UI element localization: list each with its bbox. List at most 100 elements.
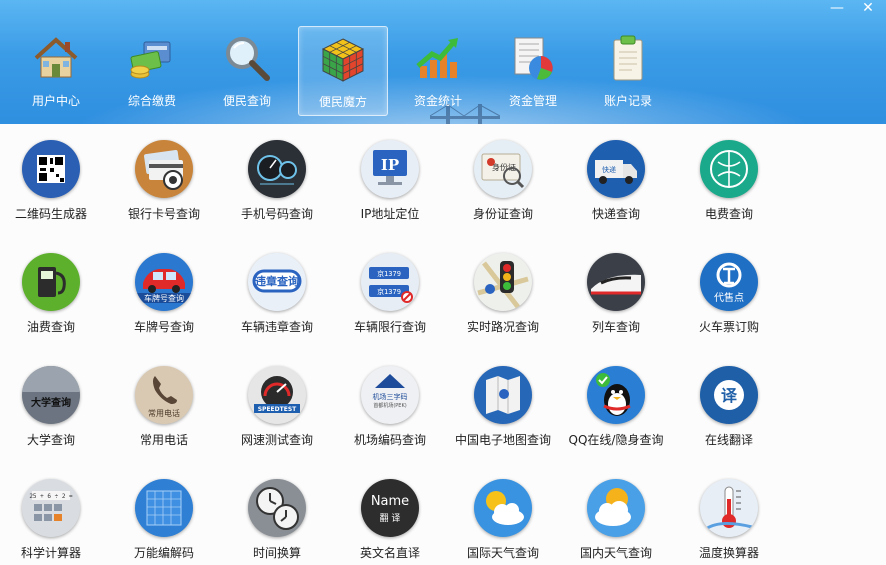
tool-label: 科学计算器 [20, 546, 81, 560]
tool-label: 时间换算 [252, 546, 301, 560]
delivery-truck-icon: 快递 [587, 140, 645, 198]
phone-handset-icon: 常用电话 [135, 366, 193, 424]
name-translate-icon: Name 翻 译 [361, 479, 419, 537]
tool-label: 油费查询 [26, 320, 75, 334]
railway-ticket-icon: 代售点 [700, 253, 758, 311]
tool-label: 二维码生成器 [14, 207, 87, 221]
tool-domestic-weather[interactable]: 国内天气查询 [560, 463, 672, 563]
id-card-icon: 身份证 [474, 140, 532, 198]
tool-train-ticket[interactable]: 代售点 火车票订购 [673, 237, 785, 337]
name-cn-text: 翻 译 [380, 513, 401, 524]
tab-label: 资金管理 [508, 94, 557, 108]
bullet-train-icon [587, 253, 645, 311]
tool-label: 机场编码查询 [353, 433, 426, 447]
growth-chart-icon [416, 38, 458, 78]
tab-payment[interactable]: 综合缴费 [108, 26, 196, 114]
thermometer-icon [700, 479, 758, 537]
tool-common-phone[interactable]: 常用电话 常用电话 [108, 350, 220, 450]
airport-code-icon: 机场三字码 首都机场(PEK) [361, 366, 419, 424]
tool-label: 快递查询 [591, 207, 640, 221]
airport-code-text: 机场三字码 [373, 392, 408, 401]
tool-label: 网速测试查询 [240, 433, 313, 447]
tool-airport-code[interactable]: 机场三字码 首都机场(PEK) 机场编码查询 [334, 350, 446, 450]
close-button[interactable]: ✕ [856, 0, 880, 18]
calc-expr-text: 25 + 6 ÷ 2 = [29, 493, 73, 500]
tool-qr-generator[interactable]: 二维码生成器 [0, 124, 107, 224]
tab-label: 便民魔方 [318, 95, 367, 109]
tool-speed-test[interactable]: SPEEDTEST 网速测试查询 [221, 350, 333, 450]
tool-traffic[interactable]: 实时路况查询 [447, 237, 559, 337]
tool-label: 手机号码查询 [240, 207, 313, 221]
tool-label: 车牌号查询 [133, 320, 194, 334]
tab-label: 便民查询 [222, 94, 271, 108]
tool-label: 列车查询 [591, 320, 640, 334]
tool-express[interactable]: 快递 快递查询 [560, 124, 672, 224]
tool-electricity[interactable]: 电费查询 [673, 124, 785, 224]
traffic-light-icon [474, 253, 532, 311]
translate-icon: 译 [700, 366, 758, 424]
bank-card-icon [135, 140, 193, 198]
tool-china-map[interactable]: 中国电子地图查询 [447, 350, 559, 450]
tab-user-center[interactable]: 用户中心 [12, 26, 100, 114]
tool-universal-codec[interactable]: 万能编解码 [108, 463, 220, 563]
pie-ledger-icon [514, 37, 553, 80]
tab-account-records[interactable]: 账户记录 [584, 26, 672, 114]
house-icon [34, 37, 78, 78]
tool-label: 银行卡号查询 [127, 207, 200, 221]
university-icon: 大学查询 [22, 366, 80, 424]
tool-label: 国内天气查询 [579, 546, 652, 560]
tool-label: 常用电话 [139, 433, 188, 447]
tab-fund-management[interactable]: 资金管理 [489, 26, 577, 114]
tab-fund-statistics[interactable]: 资金统计 [394, 26, 482, 114]
tool-label: 中国电子地图查询 [454, 433, 551, 447]
plate-limit-icon: 京1379 京1379 [361, 253, 419, 311]
tool-temperature-convert[interactable]: 温度换算器 [673, 463, 785, 563]
tool-phone-number[interactable]: 手机号码查询 [221, 124, 333, 224]
penguin-icon [587, 366, 645, 424]
tool-label: 在线翻译 [704, 433, 753, 447]
plate-query-text: 车牌号查询 [144, 293, 184, 303]
tool-label: 实时路况查询 [466, 320, 539, 334]
tool-label: 车辆违章查询 [240, 320, 313, 334]
tool-plate-number[interactable]: 车牌号查询 车牌号查询 [108, 237, 220, 337]
violation-sign-icon: 违章查询 [248, 253, 306, 311]
tool-vehicle-violation[interactable]: 违章查询 车辆违章查询 [221, 237, 333, 337]
tool-qq-status[interactable]: QQ在线/隐身查询 [560, 350, 672, 450]
tool-bank-card[interactable]: 银行卡号查询 [108, 124, 220, 224]
tool-label: 温度换算器 [698, 546, 759, 560]
tool-university[interactable]: 大学查询 大学查询 [0, 350, 107, 450]
id-card-text: 身份证 [492, 162, 516, 172]
tool-grid: 二维码生成器 银行卡号查询 手机号码查询 IP IP地址定位 身份证 身份证查询… [0, 124, 886, 565]
tool-train[interactable]: 列车查询 [560, 237, 672, 337]
tool-label: 身份证查询 [472, 207, 533, 221]
tool-vehicle-restriction[interactable]: 京1379 京1379 车辆限行查询 [334, 237, 446, 337]
tool-id-card[interactable]: 身份证 身份证查询 [447, 124, 559, 224]
tab-label: 用户中心 [31, 94, 80, 108]
tool-fuel[interactable]: 油费查询 [0, 237, 107, 337]
tool-time-convert[interactable]: 时间换算 [221, 463, 333, 563]
cash-card-icon [130, 41, 171, 79]
tool-label: 万能编解码 [133, 546, 194, 560]
tool-label: 电费查询 [704, 207, 753, 221]
red-car-icon: 车牌号查询 [135, 253, 193, 311]
tool-label: 国际天气查询 [466, 546, 539, 560]
qr-code-icon [22, 140, 80, 198]
codec-icon [135, 479, 193, 537]
tool-online-translate[interactable]: 译 在线翻译 [673, 350, 785, 450]
tab-convenience-cube[interactable]: 便民魔方 [298, 26, 388, 116]
tool-scientific-calculator[interactable]: 25 + 6 ÷ 2 = 科学计算器 [0, 463, 107, 563]
common-phone-text: 常用电话 [148, 408, 180, 418]
tool-label: 大学查询 [26, 433, 75, 447]
tool-ip-locate[interactable]: IP IP地址定位 [334, 124, 446, 224]
tool-english-name[interactable]: Name 翻 译 英文名直译 [334, 463, 446, 563]
top-toolbar: — ✕ 用户中心 综合缴费 便民查询 便民魔方 资金统计 资金管理 账户记录 [0, 0, 886, 124]
tool-label: QQ在线/隐身查询 [568, 433, 664, 447]
express-text: 快递 [602, 165, 616, 174]
tab-convenience-query[interactable]: 便民查询 [203, 26, 291, 114]
minimize-button[interactable]: — [825, 0, 849, 18]
tool-label: 火车票订购 [698, 320, 759, 334]
violation-text: 违章查询 [255, 274, 299, 288]
tool-international-weather[interactable]: 国际天气查询 [447, 463, 559, 563]
translate-char: 译 [721, 386, 738, 405]
phone-gauge-icon [248, 140, 306, 198]
